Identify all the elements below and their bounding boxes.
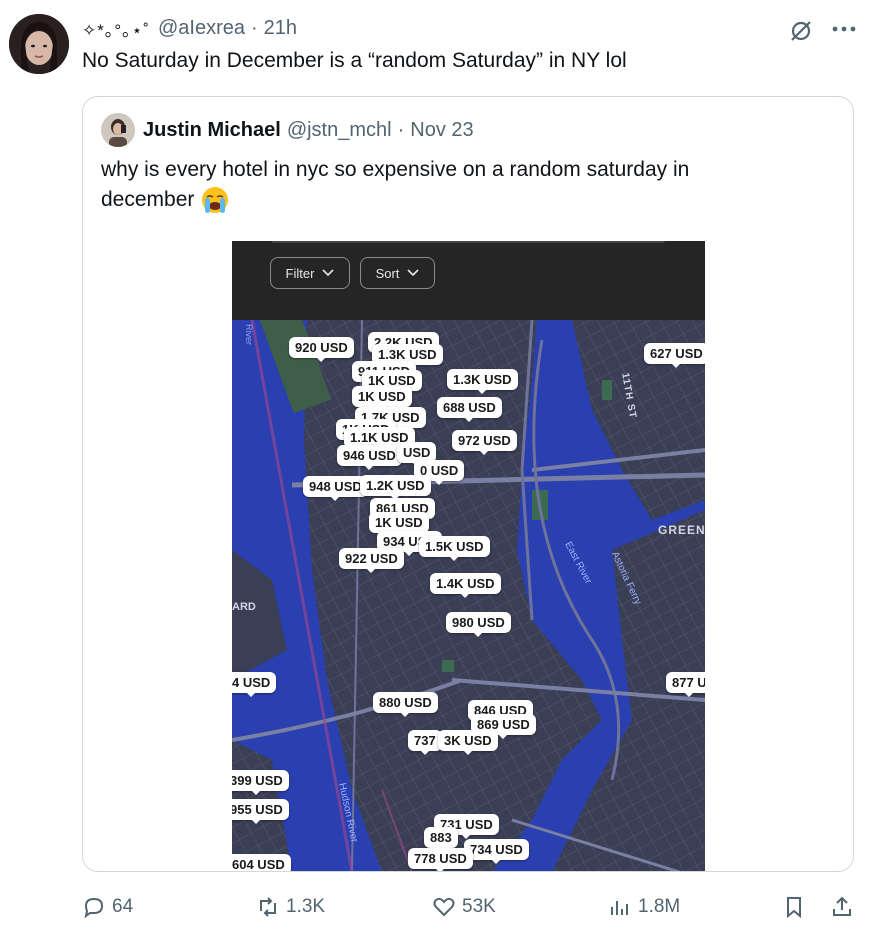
like-button[interactable]: 53K <box>432 890 496 924</box>
reply-icon <box>84 897 104 919</box>
price-pin[interactable]: 4 USD <box>232 672 277 697</box>
filter-button[interactable]: Filter <box>270 257 350 289</box>
map-canvas[interactable]: 11TH ST GREENP East River Astoria Ferry … <box>232 286 705 871</box>
heart-icon <box>433 897 455 917</box>
post-header: ✧*｡°｡⋆˚ @aIexrea · 21h <box>82 14 297 42</box>
quote-text: why is every hotel in nyc so expensive o… <box>101 155 689 215</box>
reply-button[interactable]: 64 <box>82 890 133 924</box>
bookmark-icon <box>787 897 801 919</box>
quote-text-line2: december <box>101 188 195 211</box>
hotel-map-image[interactable]: Filter Sort 11TH ST GREEN East River Ast… <box>232 241 705 871</box>
share-icon <box>833 896 851 916</box>
price-pin[interactable]: 877 U <box>666 672 705 697</box>
price-pin[interactable]: 955 USD <box>232 799 289 824</box>
quote-date[interactable]: Nov 23 <box>410 119 473 142</box>
bookmark-button[interactable] <box>782 890 806 924</box>
views-count: 1.8M <box>638 896 681 917</box>
price-pin[interactable]: 688 USD <box>437 397 502 422</box>
share-button[interactable] <box>830 890 854 924</box>
map-toolbar: Filter Sort <box>232 241 705 320</box>
loudly-crying-face-icon <box>200 185 230 215</box>
price-pin[interactable]: 1.4K USD <box>430 573 501 598</box>
price-pin[interactable]: 737 <box>408 730 442 755</box>
price-pin[interactable]: 3K USD <box>438 730 498 755</box>
more-options-icon[interactable] <box>826 14 862 44</box>
price-pin[interactable]: 972 USD <box>452 430 517 455</box>
price-pin[interactable]: 604 USD <box>232 854 291 871</box>
map-label-left-edge: ARD <box>232 601 256 613</box>
like-count: 53K <box>462 896 496 917</box>
quoted-post[interactable]: Justin Michael @jstn_mchl · Nov 23 why i… <box>82 96 854 872</box>
price-pin[interactable]: 948 USD <box>303 476 368 501</box>
filter-label: Filter <box>285 265 315 281</box>
price-pin[interactable]: 980 USD <box>446 612 511 637</box>
chevron-down-icon <box>322 269 335 277</box>
map-label-area: GREENP <box>658 523 705 537</box>
author-avatar[interactable] <box>9 14 69 74</box>
sort-button[interactable]: Sort <box>360 257 435 289</box>
post-time[interactable]: 21h <box>264 17 297 40</box>
repost-count: 1.3K <box>286 896 326 917</box>
quote-header: Justin Michael @jstn_mchl · Nov 23 <box>101 113 474 147</box>
price-pin[interactable]: 883 <box>424 827 458 852</box>
price-pin[interactable]: 1.2K USD <box>360 475 431 500</box>
repost-button[interactable]: 1.3K <box>256 890 325 924</box>
author-display-name[interactable]: ✧*｡°｡⋆˚ <box>82 16 150 41</box>
price-pin[interactable]: 778 USD <box>408 848 473 871</box>
price-pin[interactable]: 922 USD <box>339 548 404 573</box>
post-text: No Saturday in December is a “random Sat… <box>82 49 627 72</box>
price-pin[interactable]: 399 USD <box>232 770 289 795</box>
chevron-down-icon <box>407 269 419 277</box>
price-pin[interactable]: 1K USD <box>369 512 429 537</box>
price-pin[interactable]: 880 USD <box>373 692 438 717</box>
map-label-top-edge: River <box>244 324 254 346</box>
quote-author-name[interactable]: Justin Michael <box>143 119 281 142</box>
price-pin[interactable]: 627 USD <box>644 343 705 368</box>
price-pin[interactable]: 946 USD <box>337 445 402 470</box>
price-pin[interactable]: 734 USD <box>464 839 529 864</box>
quote-author-avatar[interactable] <box>101 113 135 147</box>
header-separator: · <box>250 16 258 39</box>
search-bar-edge <box>272 241 665 243</box>
sort-label: Sort <box>375 265 400 281</box>
reply-count: 64 <box>112 896 134 917</box>
price-pin[interactable]: 1K USD <box>352 386 412 411</box>
quote-separator: · <box>397 118 405 141</box>
price-pin[interactable]: 1.3K USD <box>447 369 518 394</box>
quote-author-handle[interactable]: @jstn_mchl <box>287 119 392 142</box>
price-pin[interactable]: 1.5K USD <box>419 536 490 561</box>
price-pin[interactable]: 920 USD <box>289 337 354 362</box>
author-handle[interactable]: @aIexrea <box>158 17 245 40</box>
views-button[interactable]: 1.8M <box>608 890 680 924</box>
quote-text-line1: why is every hotel in nyc so expensive o… <box>101 158 690 181</box>
grok-icon[interactable] <box>786 16 816 46</box>
action-bar: 64 1.3K 53K 1.8M <box>82 890 862 924</box>
views-icon <box>611 901 628 915</box>
repost-icon <box>260 897 276 917</box>
